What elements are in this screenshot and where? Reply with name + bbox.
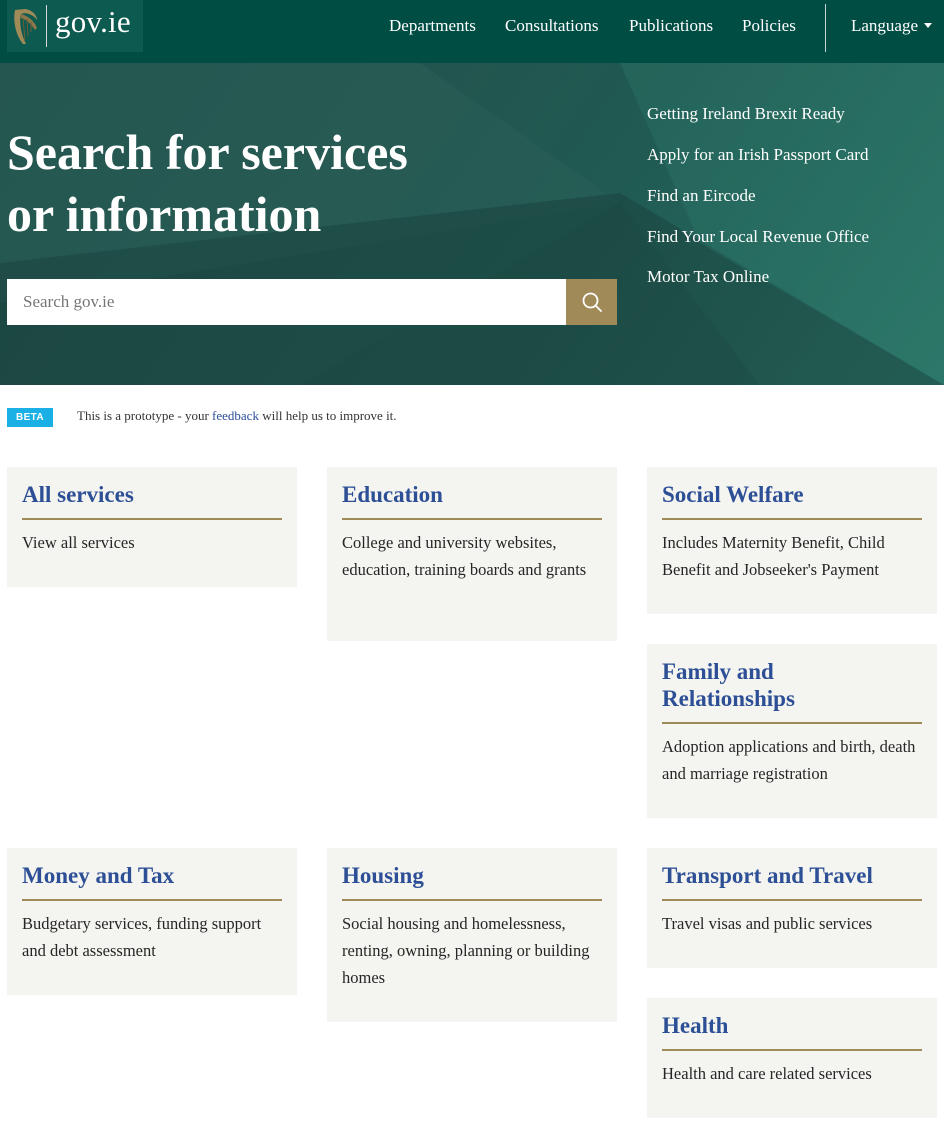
card-title: Transport and Travel — [662, 863, 873, 888]
card-divider — [22, 518, 282, 520]
quick-link-eircode[interactable]: Find an Eircode — [647, 186, 756, 206]
caret-down-icon — [924, 22, 933, 28]
card-title: Education — [342, 482, 443, 507]
card-divider — [662, 518, 922, 520]
card-divider — [662, 899, 922, 901]
language-menu[interactable]: Language — [851, 16, 933, 36]
beta-message: This is a prototype - your feedback will… — [77, 408, 397, 424]
card-divider — [662, 1049, 922, 1051]
card-social-welfare[interactable]: Social Welfare Includes Maternity Benefi… — [647, 467, 937, 614]
logo-text: gov.ie — [55, 4, 131, 39]
language-label: Language — [851, 16, 919, 35]
nav-divider — [825, 4, 826, 52]
card-title: Family and Relationships — [662, 659, 795, 711]
quick-link-passport-card[interactable]: Apply for an Irish Passport Card — [647, 145, 868, 165]
hero-title: Search for services or information — [7, 121, 527, 245]
beta-text-before: This is a prototype - your — [77, 408, 213, 423]
hero-title-line2: or information — [7, 186, 322, 242]
search-icon — [582, 292, 602, 312]
card-title: All services — [22, 482, 134, 507]
card-all-services[interactable]: All services View all services — [7, 467, 297, 587]
beta-badge: BETA — [7, 408, 53, 427]
card-divider — [662, 722, 922, 724]
card-divider — [22, 899, 282, 901]
card-family-and-relationships[interactable]: Family and Relationships Adoption applic… — [647, 644, 937, 818]
nav-policies[interactable]: Policies — [742, 16, 796, 36]
quick-link-motor-tax[interactable]: Motor Tax Online — [647, 267, 769, 287]
card-description: Health and care related services — [662, 1064, 872, 1083]
card-title: Money and Tax — [22, 863, 175, 888]
quick-link-revenue-office[interactable]: Find Your Local Revenue Office — [647, 227, 869, 247]
card-description: Social housing and homelessness, renting… — [342, 914, 590, 987]
search-input[interactable] — [7, 279, 566, 325]
hero-title-line1: Search for services — [7, 124, 408, 180]
card-transport-and-travel[interactable]: Transport and Travel Travel visas and pu… — [647, 848, 937, 968]
card-title: Social Welfare — [662, 482, 804, 507]
nav-departments[interactable]: Departments — [389, 16, 476, 36]
card-description: Adoption applications and birth, death a… — [662, 737, 916, 783]
hero-banner: Search for services or information Getti… — [0, 63, 944, 385]
card-description: College and university websites, educati… — [342, 533, 587, 579]
card-divider — [342, 899, 602, 901]
nav-consultations[interactable]: Consultations — [505, 16, 599, 36]
card-education[interactable]: Education College and university website… — [327, 467, 617, 641]
search-button[interactable] — [566, 279, 617, 325]
card-description: View all services — [22, 533, 135, 552]
quick-link-brexit[interactable]: Getting Ireland Brexit Ready — [647, 104, 845, 124]
site-header: gov.ie Departments Consultations Publica… — [0, 0, 944, 63]
card-description: Budgetary services, funding support and … — [22, 914, 262, 960]
card-divider — [342, 518, 602, 520]
home-logo[interactable]: gov.ie — [7, 0, 143, 52]
nav-publications[interactable]: Publications — [629, 16, 713, 36]
card-money-and-tax[interactable]: Money and Tax Budgetary services, fundin… — [7, 848, 297, 995]
feedback-link[interactable]: feedback — [212, 408, 259, 423]
card-description: Travel visas and public services — [662, 914, 873, 933]
card-title: Housing — [342, 863, 424, 888]
card-health[interactable]: Health Health and care related services — [647, 998, 937, 1118]
beta-text-after: will help us to improve it. — [258, 408, 397, 423]
card-title: Health — [662, 1013, 729, 1038]
card-description: Includes Maternity Benefit, Child Benefi… — [662, 533, 885, 579]
logo-divider — [46, 5, 47, 47]
card-housing[interactable]: Housing Social housing and homelessness,… — [327, 848, 617, 1022]
harp-icon — [14, 9, 37, 44]
